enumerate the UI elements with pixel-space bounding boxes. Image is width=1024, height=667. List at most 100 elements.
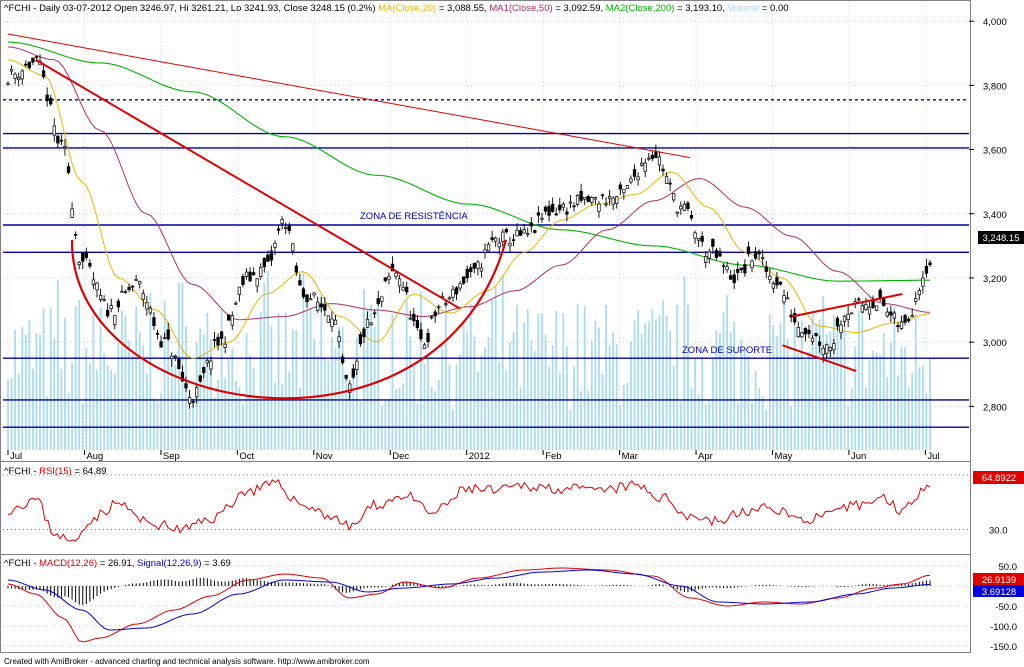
volume-bar [363,289,365,450]
price-bar-body [102,298,106,301]
volume-bar [227,359,230,450]
volume-bar [270,325,273,450]
price-bar-body [49,97,53,105]
volume-bar [519,387,522,450]
price-bar-body [355,360,359,370]
volume-bar [921,366,924,450]
volume-bar [761,396,764,450]
price-bar-body [451,288,455,298]
volume-bar [309,308,312,450]
price-tick-label: 3,000 [983,338,1007,349]
price-bar-body [732,274,736,284]
volume-bar [85,348,88,450]
ma200-line [7,41,930,282]
price-bar-body [558,204,562,211]
volume-bar [67,393,70,450]
volume-bar [516,304,518,450]
price-bar-body [284,227,288,229]
volume-bar [281,384,284,450]
volume-bar [480,355,483,450]
price-bar-body [308,298,313,301]
volume-bar [694,358,696,450]
volume-bar [10,378,13,450]
price-bar-body [518,230,523,236]
volume-bar [160,393,162,450]
price-bar-body [358,334,363,345]
volume-bar [672,366,675,450]
price-bar-body [394,272,398,277]
macd-line [7,567,931,643]
volume-bar [56,279,59,450]
price-bar-body [625,184,630,189]
price-bar-body [917,290,921,296]
price-bar-body [846,313,850,320]
price-bar-body [504,228,509,233]
rsi-title: ^FCHI - RSI(15) = 64.89 [4,466,106,477]
price-bar-body [910,315,914,318]
volume-bar [49,308,52,450]
price-bar-body [554,213,558,216]
volume-bar [676,304,679,450]
price-bar-body [842,315,847,322]
price-tick-label: 3,400 [983,210,1007,221]
price-bar-body [437,306,441,309]
volume-bar [487,336,490,450]
volume-bar [687,304,689,450]
time-tick-label: Dec [392,451,409,462]
volume-bar [234,380,237,450]
rsi-tick-label: 30.0 [989,526,1008,537]
support-zone-label: ZONA DE SUPORTE [682,345,772,356]
volume-bar [537,314,540,450]
price-bar-body [924,265,929,274]
volume-bar [865,387,867,450]
price-bar-body [109,305,113,310]
macd-tick-label: -150.0 [990,642,1017,653]
volume-bar [640,334,643,450]
volume-bar [836,317,839,450]
price-bar-body [195,387,199,398]
price-bar-body [721,265,726,267]
price-bar-body [928,262,932,266]
price-bar-body [301,288,306,298]
volume-bar [345,377,348,450]
volume-bar [192,401,195,450]
volume-bar [427,354,429,450]
volume-bar [637,310,639,450]
price-bar-body [340,356,345,364]
volume-bar [121,310,123,450]
price-bar-body [896,325,900,328]
price-bar-body [465,268,469,279]
volume-bar [772,325,775,450]
volume-bar [900,346,903,450]
price-bar-body [622,188,626,194]
volume-bar [380,405,383,450]
volume-bar [167,340,170,450]
volume-bar [622,385,625,450]
volume-bar [213,396,216,450]
volume-bar [897,375,899,450]
volume-bar [476,371,479,450]
price-bar-body [95,282,99,291]
price-bar-body [632,169,637,177]
macd-tick-label: -100.0 [990,622,1017,633]
volume-bar [64,317,66,450]
price-bar-body [415,320,420,329]
signal-value: = 3.69 [204,558,231,569]
price-bar-body [326,315,331,323]
volume-bar [14,329,17,450]
price-bar-body [6,83,10,86]
volume-label: Volume [728,3,760,14]
time-tick-label: Aug [86,451,103,462]
ma50-line [7,46,931,321]
volume-bar [484,347,486,450]
volume-bar [452,409,454,450]
price-tick-label: 2,800 [983,402,1007,413]
volume-bar [373,326,376,450]
price-bar-body [212,339,217,341]
volume-bar [633,320,636,450]
price-bar-body [597,203,601,212]
ma200-value: = 3,193.10, [677,3,725,14]
ma20-label: MA(Close,20) [378,3,436,14]
volume-bar [391,313,394,450]
price-bar-body [650,154,654,159]
